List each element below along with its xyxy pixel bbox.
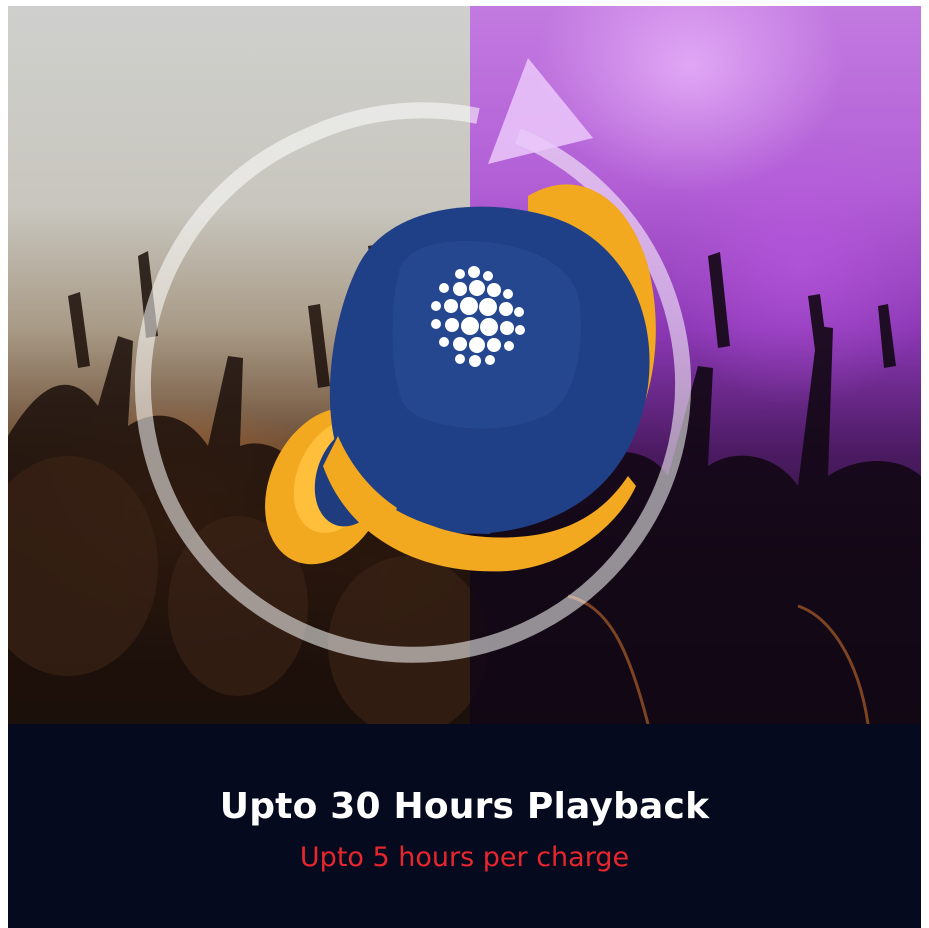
hero-image <box>8 6 921 724</box>
caption-panel: Upto 30 Hours Playback Upto 5 hours per … <box>8 724 921 928</box>
product-banner: Upto 30 Hours Playback Upto 5 hours per … <box>8 6 921 928</box>
earbud-product <box>265 184 656 572</box>
playback-headline: Upto 30 Hours Playback <box>219 786 710 827</box>
per-charge-subline: Upto 5 hours per charge <box>299 842 630 873</box>
crowd-silhouettes <box>8 58 921 724</box>
